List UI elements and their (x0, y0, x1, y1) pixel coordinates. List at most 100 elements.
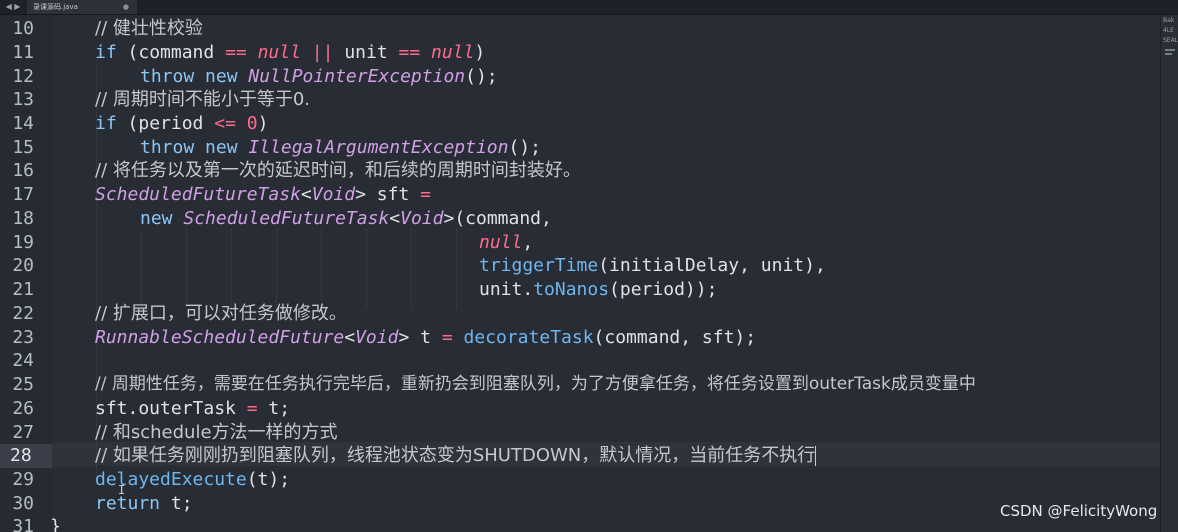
code-line-comment: // 将任务以及第一次的延迟时间，和后续的周期时间封装好。 (95, 160, 581, 181)
code-line-comment: // 扩展口，可以对任务做修改。 (95, 303, 347, 324)
class-name: Void (355, 327, 399, 348)
code-text: > (443, 208, 455, 229)
code-line: triggerTime(initialDelay, unit), (479, 254, 1160, 278)
code-text: > (355, 184, 366, 205)
code-text: (period)); (609, 279, 718, 300)
code-line: RunnableScheduledFuture<Void> t = decora… (95, 326, 1160, 350)
code-text: (command, sft); (593, 327, 757, 348)
code-text: , (522, 232, 534, 253)
comment-text: // 如果任务刚刚扔到阻塞队列，线程池状态变为SHUTDOWN，默认情况，当前任… (95, 445, 816, 466)
code-text: t (409, 327, 442, 348)
line-number: 21 (12, 279, 34, 300)
minimap-label: SEAL (1163, 37, 1178, 44)
operator: = (420, 184, 431, 205)
unsaved-dot-icon[interactable]: ● (123, 0, 129, 14)
code-text: unit. (479, 279, 534, 300)
indent-guide (141, 229, 142, 309)
function-name: triggerTime (479, 255, 599, 276)
code-text: (command (116, 42, 226, 63)
minimap-line (1165, 53, 1172, 55)
minimap-line (1165, 49, 1175, 51)
line-number: 14 (12, 113, 34, 134)
code-line: } (50, 516, 61, 532)
indent-guide (321, 229, 322, 309)
null-literal: null (257, 42, 301, 63)
code-line-comment-active: // 如果任务刚刚扔到阻塞队列，线程池状态变为SHUTDOWN，默认情况，当前任… (95, 444, 1160, 468)
class-name: ScheduledFutureTask (95, 184, 301, 205)
code-line: if (command == null || unit == null) (95, 41, 1160, 65)
operator: = (246, 398, 258, 419)
code-text: sft.outerTask (95, 398, 247, 419)
class-name: Void (311, 184, 356, 205)
line-number: 17 (12, 184, 34, 205)
line-number: 24 (12, 350, 34, 371)
indent-guide (456, 229, 457, 309)
indent-guide (366, 229, 367, 309)
operator: || (311, 42, 334, 63)
class-name: IllegalArgumentException (248, 137, 509, 158)
code-text: (t); (246, 469, 291, 490)
tab-nav-arrows-icon[interactable]: ◀ ▶ (0, 0, 26, 14)
line-number: 15 (12, 137, 34, 158)
indent-guide (186, 229, 187, 309)
code-text: sft (365, 184, 421, 205)
class-name: RunnableScheduledFuture (95, 327, 345, 348)
line-number: 12 (12, 66, 34, 87)
tab-bar: ◀ ▶ 录课源码.java ● (0, 0, 1178, 15)
line-number-active: 28 (0, 444, 52, 468)
code-line: ScheduledFutureTask<Void> sft = (95, 183, 1160, 207)
code-text: < (344, 327, 356, 348)
indent-guide (276, 229, 277, 309)
code-text: < (389, 208, 401, 229)
line-number: 16 (12, 160, 34, 181)
code-line-comment: // 健壮性校验 (95, 18, 203, 39)
code-line: if (period <= 0) (95, 112, 1160, 136)
code-text: t; (160, 493, 193, 514)
text-cursor (815, 446, 817, 466)
line-number: 22 (12, 303, 34, 324)
code-text: (); (465, 66, 498, 87)
indent-guide (231, 229, 232, 309)
keyword: if (95, 113, 117, 134)
tab-source-file[interactable]: 录课源码.java ● (27, 0, 137, 14)
tab-filename: 录课源码.java (33, 3, 78, 11)
keyword: new (140, 208, 184, 229)
line-number: 11 (12, 42, 34, 63)
operator: <= (214, 113, 236, 134)
code-line-comment: // 和schedule方法一样的方式 (95, 422, 338, 443)
class-name: NullPointerException (248, 66, 466, 87)
minimap-label: 4LE (1163, 27, 1174, 34)
code-text: t; (257, 398, 291, 419)
operator: == (225, 42, 247, 63)
line-number: 23 (12, 327, 34, 348)
function-name: toNanos (533, 279, 610, 300)
minimap[interactable]: Bak 4LE SEAL (1160, 15, 1178, 532)
line-number: 10 (12, 18, 34, 39)
code-line: sft.outerTask = t; (95, 397, 1160, 421)
class-name: Void (400, 208, 444, 229)
code-text: (initialDelay, unit), (598, 255, 826, 276)
code-text: > (398, 327, 410, 348)
code-editor[interactable]: 10 11 12 13 14 15 16 17 18 19 20 21 22 2… (0, 15, 1160, 532)
code-line: null, (479, 231, 1160, 255)
code-line-comment: // 周期性任务，需要在任务执行完毕后，重新扔会到阻塞队列，为了方便拿任务，将任… (95, 374, 976, 394)
number-literal: 0 (246, 113, 258, 134)
code-text: < (300, 184, 312, 205)
line-number: 29 (12, 469, 34, 490)
line-number: 13 (12, 89, 34, 110)
function-name: decorateTask (463, 327, 594, 348)
csdn-watermark: CSDN @FelicityWong (1000, 502, 1158, 520)
code-line: throw new NullPointerException(); (140, 65, 1160, 89)
keyword: throw new (140, 66, 249, 87)
line-number: 18 (12, 208, 34, 229)
line-number: 26 (12, 398, 34, 419)
code-line: new ScheduledFutureTask<Void>(command, (140, 207, 1160, 231)
keyword: if (95, 42, 117, 63)
class-name: ScheduledFutureTask (183, 208, 390, 229)
line-number: 25 (12, 374, 34, 395)
code-line: throw new IllegalArgumentException(); (140, 136, 1160, 160)
indent-guide (411, 229, 412, 309)
code-text: unit (333, 42, 399, 63)
line-number: 30 (12, 493, 34, 514)
code-text: (command, (454, 208, 552, 229)
